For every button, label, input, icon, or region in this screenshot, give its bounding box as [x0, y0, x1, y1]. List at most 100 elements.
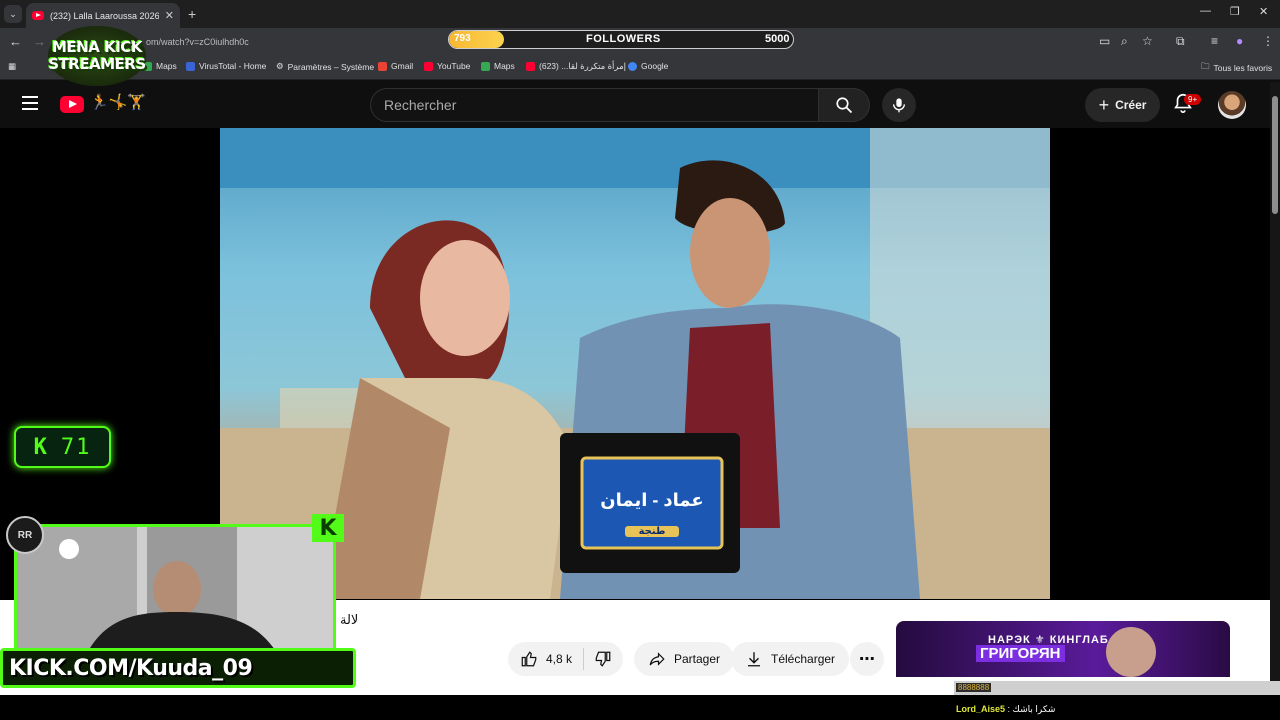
- zoom-icon[interactable]: ⌕: [1121, 34, 1128, 49]
- close-tab-icon[interactable]: ✕: [165, 9, 174, 22]
- ad-person-image: [1106, 627, 1156, 677]
- extensions-icon[interactable]: ⧉: [1176, 34, 1185, 49]
- bookmark-google[interactable]: Google: [628, 61, 668, 71]
- chat-text: شكرا باشك: [1012, 704, 1056, 714]
- like-button[interactable]: 4,8 k: [508, 648, 584, 670]
- ad-subtitle: ГРИГОРЯН: [976, 645, 1065, 662]
- streamer-badge: RR: [6, 516, 44, 554]
- avatar[interactable]: [1218, 91, 1246, 119]
- doodle-figures[interactable]: 🏃🤸🏋: [90, 93, 146, 111]
- video-title: لالة: [340, 612, 359, 627]
- youtube-icon: [526, 62, 535, 71]
- chrome-menu-icon[interactable]: ⋮: [1262, 34, 1274, 48]
- plus-icon: +: [1098, 94, 1110, 115]
- google-icon: [628, 61, 637, 71]
- bookmark-label: إمرأة متكررة لقا... (623): [539, 61, 626, 71]
- followers-goal: 5000: [765, 33, 790, 45]
- bookmark-maps-2[interactable]: Maps: [481, 61, 515, 71]
- kick-corner-logo: K: [312, 514, 344, 542]
- download-label: Télécharger: [771, 652, 836, 666]
- kick-channel-url: KICK.COM/Kuuda_09: [9, 655, 253, 681]
- youtube-icon: [424, 61, 433, 71]
- dislike-button[interactable]: [584, 650, 612, 668]
- kick-viewer-counter: K 71: [14, 426, 111, 468]
- tab-title: (232) Lalla Laaroussa 2026 Prim: [50, 10, 159, 21]
- reading-list-icon[interactable]: ≡: [1211, 34, 1218, 48]
- video-player[interactable]: عماد - ايمان طنجة: [220, 128, 1050, 599]
- chat-ticker: [954, 681, 1280, 695]
- ticker-username: 8888888: [956, 683, 992, 692]
- folder-icon: 🗀: [1201, 61, 1210, 71]
- scrollbar-thumb[interactable]: [1272, 96, 1278, 214]
- like-count: 4,8 k: [546, 652, 573, 666]
- bookmark-gmail[interactable]: Gmail: [378, 61, 413, 71]
- maximize-button[interactable]: ❐: [1230, 5, 1240, 18]
- webcam-feed: [14, 524, 336, 656]
- bookmark-parametres[interactable]: ⚙ Paramètres – Système: [276, 61, 374, 72]
- bookmark-label: Gmail: [391, 61, 414, 71]
- bookmark-label: Paramètres – Système: [287, 61, 375, 72]
- bookmark-star-icon[interactable]: ☆: [1142, 34, 1153, 48]
- cast-icon[interactable]: ▭: [1099, 34, 1110, 48]
- bookmark-youtube[interactable]: YouTube: [424, 61, 470, 71]
- create-label: Créer: [1115, 98, 1147, 112]
- share-icon: [649, 652, 665, 666]
- bookmark-maps[interactable]: Maps: [143, 61, 177, 71]
- gear-icon: ⚙: [276, 61, 284, 71]
- profile-icon[interactable]: ●: [1236, 34, 1243, 48]
- download-icon: [748, 652, 760, 667]
- search-icon: [836, 97, 853, 114]
- chat-message: Lord_Aise5 : شكرا باشك: [956, 704, 1056, 714]
- webcam-image: [17, 527, 333, 653]
- logo-line-1: MENA KICK: [52, 38, 142, 56]
- search-button[interactable]: [818, 88, 870, 122]
- youtube-logo[interactable]: [60, 96, 84, 113]
- voice-search-button[interactable]: [882, 88, 916, 122]
- notification-badge: 9+: [1184, 94, 1202, 105]
- kick-viewer-count: 71: [60, 434, 92, 460]
- tab-list-button[interactable]: ⌄: [4, 5, 22, 23]
- bookmark-label: Maps: [494, 61, 515, 71]
- bookmark-video[interactable]: إمرأة متكررة لقا... (623): [526, 61, 626, 72]
- tab-active[interactable]: (232) Lalla Laaroussa 2026 Prim ✕: [26, 3, 180, 28]
- search-input[interactable]: Rechercher: [370, 88, 818, 122]
- like-dislike-group: 4,8 k: [508, 642, 623, 676]
- gmail-icon: [378, 61, 387, 71]
- share-button[interactable]: Partager: [634, 642, 735, 676]
- bookmark-label: Maps: [156, 61, 177, 71]
- video-caption-city: طنجة: [625, 526, 679, 537]
- followers-label: FOLLOWERS: [586, 33, 661, 45]
- bookmark-label: YouTube: [437, 61, 471, 71]
- followers-current: 793: [454, 33, 471, 44]
- all-favorites[interactable]: 🗀 Tous les favoris: [1201, 61, 1272, 75]
- thumbs-down-icon: [595, 651, 611, 667]
- minimize-button[interactable]: —: [1200, 5, 1211, 17]
- kick-channel-banner: KICK.COM/Kuuda_09: [0, 648, 356, 688]
- bookmark-label: Google: [641, 61, 669, 71]
- logo-line-2: STREAMERS: [48, 55, 146, 73]
- maps-icon: [481, 61, 490, 71]
- all-favorites-label: Tous les favoris: [1213, 63, 1273, 73]
- download-button[interactable]: Télécharger: [731, 642, 850, 676]
- video-caption-names: عماد - ايمان: [600, 490, 704, 510]
- more-actions-button[interactable]: ⋯: [850, 642, 884, 676]
- new-tab-button[interactable]: +: [188, 6, 196, 22]
- mena-kick-logo: MENA KICK STREAMERS: [48, 26, 146, 86]
- close-window-button[interactable]: ✕: [1259, 5, 1268, 18]
- kick-icon: K: [33, 434, 47, 460]
- bookmark-virustotal[interactable]: VirusTotal - Home: [186, 61, 266, 71]
- bottom-strip: [0, 695, 1280, 720]
- youtube-favicon-icon: [32, 11, 44, 20]
- apps-grid-icon[interactable]: ▦: [8, 61, 16, 72]
- forward-button[interactable]: →: [33, 34, 46, 49]
- thumbs-up-icon: [521, 651, 537, 667]
- virustotal-icon: [186, 61, 195, 71]
- share-label: Partager: [674, 652, 721, 666]
- microphone-icon: [893, 98, 905, 113]
- chat-username: Lord_Aise5: [956, 704, 1006, 714]
- bookmark-label: VirusTotal - Home: [199, 61, 267, 71]
- back-button[interactable]: ←: [9, 34, 22, 49]
- address-bar[interactable]: om/watch?v=zC0iulhdh0c: [146, 37, 249, 47]
- hamburger-menu-icon[interactable]: [22, 96, 38, 110]
- create-button[interactable]: + Créer: [1085, 88, 1160, 122]
